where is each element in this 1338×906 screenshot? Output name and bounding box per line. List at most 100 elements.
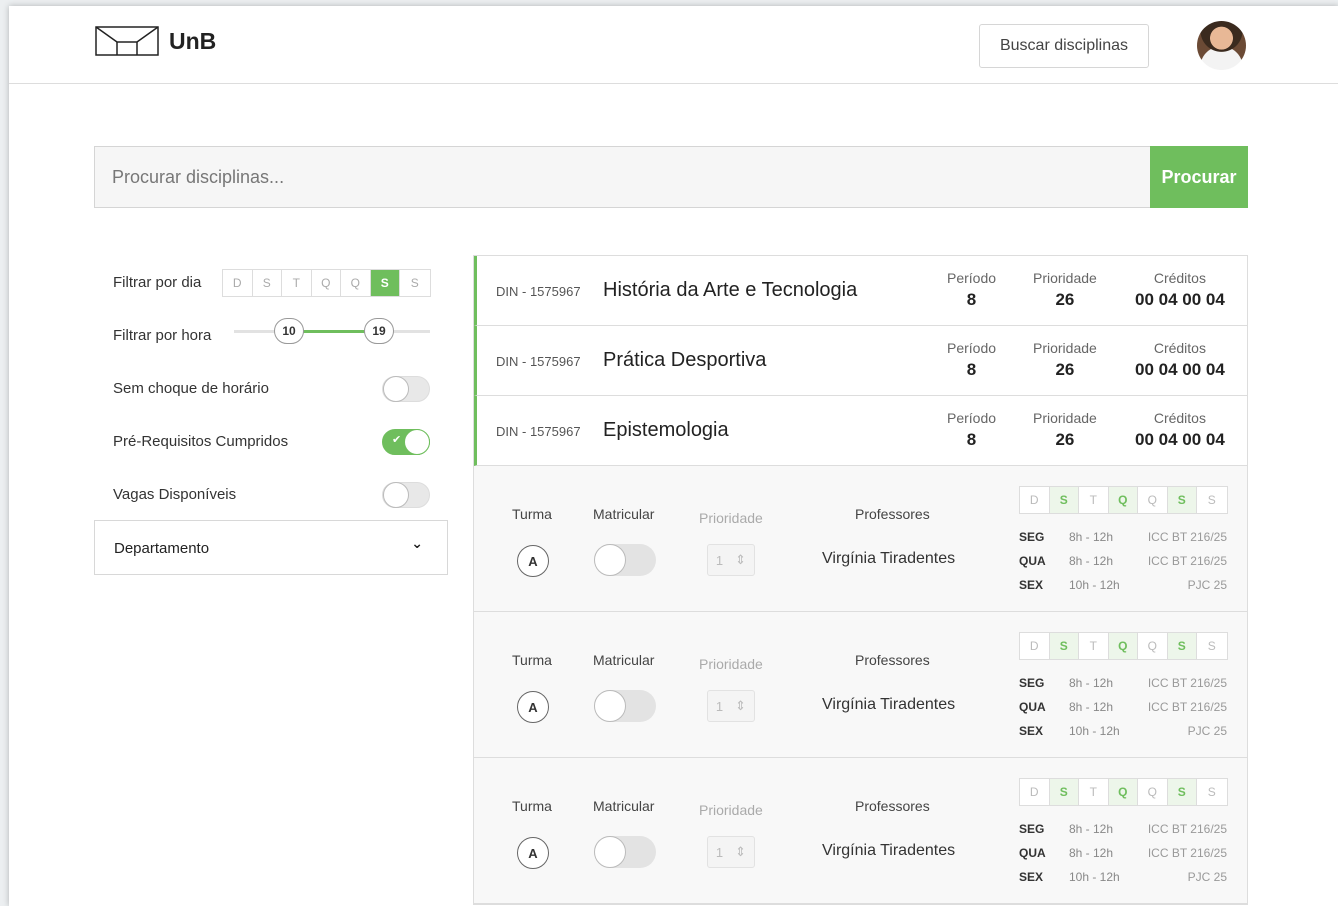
day-cell: S (1207, 785, 1216, 799)
schedule-day: SEX (1019, 870, 1044, 884)
turma-row: Turma Matricular Prioridade Professores … (474, 612, 1247, 758)
periodo-value: 8 (966, 290, 977, 309)
stepper-arrows-icon: ⇕ (735, 844, 747, 859)
schedule-day: QUA (1019, 554, 1046, 568)
filter-hora-row: Filtrar por hora 10 19 (94, 318, 448, 372)
day-option[interactable]: S (400, 270, 430, 296)
matricular-toggle[interactable] (594, 836, 656, 868)
prioridade-stat: Prioridade 26 (1033, 410, 1097, 450)
schedule-room: ICC BT 216/25 (1147, 846, 1227, 860)
hour-range-slider[interactable]: 10 19 (234, 318, 430, 344)
day-cell: Q (1138, 487, 1168, 513)
app-window: UnB Buscar disciplinas Procurar Filtrar … (9, 6, 1338, 906)
periodo-value: 8 (966, 430, 977, 449)
day-option[interactable]: Q (312, 270, 341, 296)
schedule-hours: 8h - 12h (1069, 822, 1114, 836)
schedule-room: ICC BT 216/25 (1147, 554, 1227, 568)
course-name: Prática Desportiva (603, 349, 767, 371)
day-cell: Q (1138, 779, 1168, 805)
user-avatar[interactable] (1197, 21, 1246, 70)
turma-days: D S T Q Q S S (1019, 778, 1228, 806)
unb-logo-icon (95, 26, 159, 56)
filter-hora-label: Filtrar por hora (113, 327, 212, 344)
professor-name: Virgínia Tiradentes (822, 550, 956, 567)
toggle-knob (594, 836, 626, 868)
prioridade-stepper[interactable]: 1 ⇕ (707, 690, 755, 722)
schedule-hours: 10h - 12h (1069, 870, 1120, 884)
professor-name: Virgínia Tiradentes (822, 842, 956, 859)
day-option[interactable]: S (253, 270, 282, 296)
filter-dia-row: Filtrar por dia D S T Q Q S S (94, 266, 448, 319)
sem-choque-toggle[interactable] (382, 376, 430, 402)
day-option[interactable]: Q (341, 270, 371, 296)
check-icon: ✔ (392, 434, 402, 446)
hour-max-handle[interactable]: 19 (364, 318, 394, 344)
search-input[interactable] (94, 146, 1150, 208)
schedule-room: ICC BT 216/25 (1147, 530, 1227, 544)
day-filter: D S T Q Q S S (222, 269, 431, 297)
pre-requisitos-toggle[interactable]: ✔ (382, 429, 430, 455)
matricular-label: Matricular (593, 506, 655, 522)
schedule-row: SEG 8h - 12h ICC BT 216/25 (1019, 822, 1227, 846)
day-cell: Q (1138, 633, 1168, 659)
procurar-button[interactable]: Procurar (1150, 146, 1248, 208)
professores-label: Professores (855, 506, 930, 522)
day-cell-active: Q (1108, 487, 1138, 513)
schedule-day: QUA (1019, 700, 1046, 714)
day-option[interactable]: T (282, 270, 312, 296)
day-cell-active: Q (1108, 633, 1138, 659)
stepper-arrows-icon: ⇕ (735, 552, 747, 567)
schedule-row: SEX 10h - 12h PJC 25 (1019, 724, 1227, 748)
schedule-list: SEG 8h - 12h ICC BT 216/25 QUA 8h - 12h … (1019, 676, 1227, 748)
filters-panel: Filtrar por dia D S T Q Q S S Filtrar po… (94, 266, 448, 575)
course-row[interactable]: DIN - 1575967 Prática Desportiva Período… (474, 326, 1247, 396)
periodo-label: Período (947, 340, 997, 356)
filter-toggle-row: Sem choque de horário (94, 372, 448, 425)
course-name: Epistemologia (603, 419, 729, 441)
prioridade-value: 1 (715, 844, 724, 860)
course-row[interactable]: DIN - 1575967 História da Arte e Tecnolo… (474, 256, 1247, 326)
prioridade-stepper[interactable]: 1 ⇕ (707, 836, 755, 868)
prioridade-label: Prioridade (1033, 410, 1097, 426)
schedule-room: PJC 25 (1187, 578, 1227, 592)
prioridade-label: Prioridade (699, 656, 763, 672)
schedule-row: QUA 8h - 12h ICC BT 216/25 (1019, 700, 1227, 724)
schedule-day: SEG (1019, 530, 1045, 544)
matricular-toggle[interactable] (594, 690, 656, 722)
vagas-toggle[interactable] (382, 482, 430, 508)
departamento-dropdown[interactable]: Departamento ⌄ (94, 520, 448, 575)
day-cell: D (1020, 487, 1050, 513)
pre-requisitos-label: Pré-Requisitos Cumpridos (113, 433, 289, 450)
creditos-label: Créditos (1153, 340, 1206, 356)
prioridade-stepper[interactable]: 1 ⇕ (707, 544, 755, 576)
prioridade-stat: Prioridade 26 (1033, 270, 1097, 310)
toggle-knob (404, 429, 430, 455)
schedule-room: PJC 25 (1187, 870, 1227, 884)
day-cell: T (1079, 779, 1109, 805)
creditos-label: Créditos (1153, 410, 1206, 426)
prioridade-value: 26 (1055, 290, 1075, 309)
day-option-active[interactable]: S (370, 270, 400, 296)
course-code: DIN - 1575967 (496, 284, 581, 299)
day-cell: S (1207, 639, 1216, 653)
logo[interactable]: UnB (95, 26, 216, 56)
turma-days: D S T Q Q S S (1019, 486, 1228, 514)
schedule-room: ICC BT 216/25 (1147, 700, 1227, 714)
buscar-disciplinas-button[interactable]: Buscar disciplinas (979, 24, 1149, 68)
prioridade-value: 1 (715, 698, 724, 714)
periodo-stat: Período 8 (947, 340, 996, 380)
matricular-toggle[interactable] (594, 544, 656, 576)
course-list: DIN - 1575967 História da Arte e Tecnolo… (473, 255, 1248, 905)
turma-label: Turma (512, 652, 552, 668)
hour-min-handle[interactable]: 10 (274, 318, 304, 344)
prioridade-label: Prioridade (1033, 270, 1097, 286)
creditos-stat: Créditos 00 04 00 04 (1135, 340, 1225, 380)
turma-label: Turma (512, 798, 552, 814)
day-option[interactable]: D (223, 270, 253, 296)
turma-letter-badge: A (517, 691, 549, 723)
course-row[interactable]: DIN - 1575967 Epistemologia Período 8 Pr… (474, 396, 1247, 466)
day-cell-active: S (1049, 487, 1079, 513)
schedule-hours: 10h - 12h (1069, 724, 1120, 738)
day-cell-active: S (1167, 487, 1197, 513)
schedule-hours: 10h - 12h (1069, 578, 1120, 592)
